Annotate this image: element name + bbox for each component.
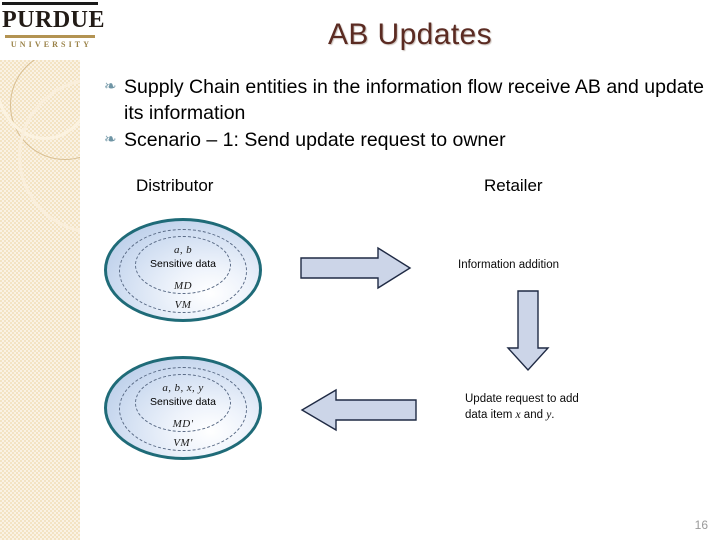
page-title: AB Updates (327, 18, 493, 51)
slide-canvas: PURDUE UNIVERSITY AB Updates ❧ Supply Ch… (0, 0, 720, 540)
logo-rule (5, 35, 95, 38)
label-vm: VM' (173, 437, 193, 449)
purdue-logo: PURDUE UNIVERSITY (2, 2, 105, 60)
list-item: ❧ Supply Chain entities in the informati… (104, 74, 704, 126)
entity-ellipse-after: a, b, x, y Sensitive data MD' VM' (104, 356, 262, 460)
logo-subword: UNIVERSITY (10, 40, 93, 49)
arrow-left-icon (300, 388, 417, 432)
bullet-swirl-icon: ❧ (104, 78, 117, 95)
note-information-addition: Information addition (458, 259, 560, 271)
note-update-line2: data item x and y. (465, 407, 579, 423)
note-update-line2-prefix: data item (465, 409, 516, 421)
logo-wordmark: PURDUE (2, 7, 105, 33)
note-update-line1: Update request to add (465, 393, 579, 405)
arrow-right-icon (300, 246, 412, 290)
bullet-text: Scenario – 1: Send update request to own… (124, 129, 506, 151)
arrow-down-icon (506, 290, 550, 372)
page-number: 16 (694, 518, 708, 532)
bullet-swirl-icon: ❧ (104, 131, 117, 148)
list-item: ❧ Scenario – 1: Send update request to o… (104, 127, 704, 153)
decorative-side-band (0, 60, 80, 540)
label-data-items: a, b (173, 244, 193, 256)
label-sensitive-data: Sensitive data (150, 258, 216, 270)
label-sensitive-data: Sensitive data (150, 396, 216, 408)
note-update-period: . (551, 409, 555, 421)
label-vm: VM (174, 299, 192, 311)
entity-ellipse-before: a, b Sensitive data MD VM (104, 218, 262, 322)
bullet-text: Supply Chain entities in the information… (124, 76, 704, 124)
label-md: MD (174, 280, 192, 292)
column-heading-distributor: Distributor (136, 176, 214, 195)
note-update-request: Update request to add data item x and y. (465, 391, 579, 423)
label-data-items: a, b, x, y (162, 382, 204, 394)
column-heading-retailer: Retailer (484, 176, 543, 195)
note-update-conjunction: and (520, 409, 547, 421)
label-md: MD' (172, 418, 194, 430)
bullet-list: ❧ Supply Chain entities in the informati… (104, 74, 704, 153)
